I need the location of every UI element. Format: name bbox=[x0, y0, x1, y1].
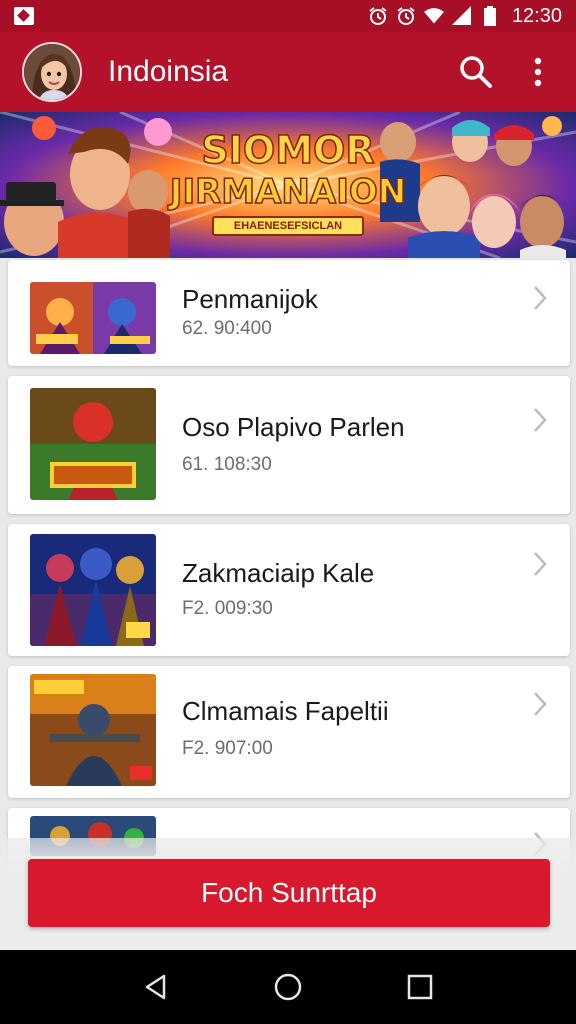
system-nav-bar bbox=[0, 950, 576, 1024]
search-icon[interactable] bbox=[456, 52, 496, 92]
avatar[interactable] bbox=[22, 42, 82, 102]
wifi-icon bbox=[423, 6, 444, 26]
banner-subheadline: JIRMANAION bbox=[169, 171, 407, 213]
clock: 12:30 bbox=[511, 4, 562, 27]
recents-icon[interactable] bbox=[398, 965, 442, 1009]
notification-icon bbox=[14, 7, 34, 25]
item-subtitle: F2. 907:00 bbox=[182, 738, 273, 759]
item-title: Clmamais Fapeltii bbox=[182, 696, 389, 726]
item-subtitle: 61. 108:30 bbox=[182, 454, 272, 475]
signal-icon bbox=[451, 6, 472, 26]
chevron-right-icon bbox=[534, 552, 547, 576]
chevron-right-icon bbox=[534, 408, 547, 432]
game-thumbnail bbox=[30, 388, 156, 500]
battery-icon bbox=[480, 6, 500, 26]
item-subtitle: F2. 009:30 bbox=[182, 598, 273, 619]
primary-action-button[interactable]: Foch Sunrttap bbox=[28, 859, 550, 927]
list-item[interactable]: Zakmaciaip Kale F2. 009:30 bbox=[8, 524, 570, 656]
item-title: Oso Plapivo Parlen bbox=[182, 412, 405, 442]
game-thumbnail bbox=[30, 534, 156, 646]
app-bar: Indoinsia bbox=[0, 32, 576, 112]
banner-headline: SIOMOR bbox=[201, 127, 376, 173]
item-subtitle: 62. 90:400 bbox=[182, 318, 272, 339]
game-thumbnail bbox=[30, 674, 156, 786]
list-item[interactable]: Penmanijok 62. 90:400 bbox=[8, 260, 570, 366]
app-title: Indoinsia bbox=[108, 55, 229, 88]
banner-tagline: EHAENESEFSICLAN bbox=[212, 216, 364, 236]
more-vert-icon[interactable] bbox=[518, 52, 558, 92]
list-item[interactable]: Oso Plapivo Parlen 61. 108:30 bbox=[8, 376, 570, 514]
home-icon[interactable] bbox=[266, 965, 310, 1009]
alarm-icon bbox=[368, 6, 388, 26]
list-item[interactable]: Clmamais Fapeltii F2. 907:00 bbox=[8, 666, 570, 798]
status-bar: 12:30 bbox=[0, 0, 576, 32]
chevron-right-icon bbox=[534, 286, 547, 310]
item-title: Penmanijok bbox=[182, 284, 318, 314]
item-title: Zakmaciaip Kale bbox=[182, 558, 375, 588]
chevron-right-icon bbox=[534, 692, 547, 716]
alarm-icon bbox=[396, 6, 416, 26]
back-icon[interactable] bbox=[134, 965, 178, 1009]
promo-banner[interactable]: SIOMOR JIRMANAION EHAENESEFSICLAN bbox=[0, 112, 576, 258]
game-thumbnail bbox=[30, 282, 156, 354]
